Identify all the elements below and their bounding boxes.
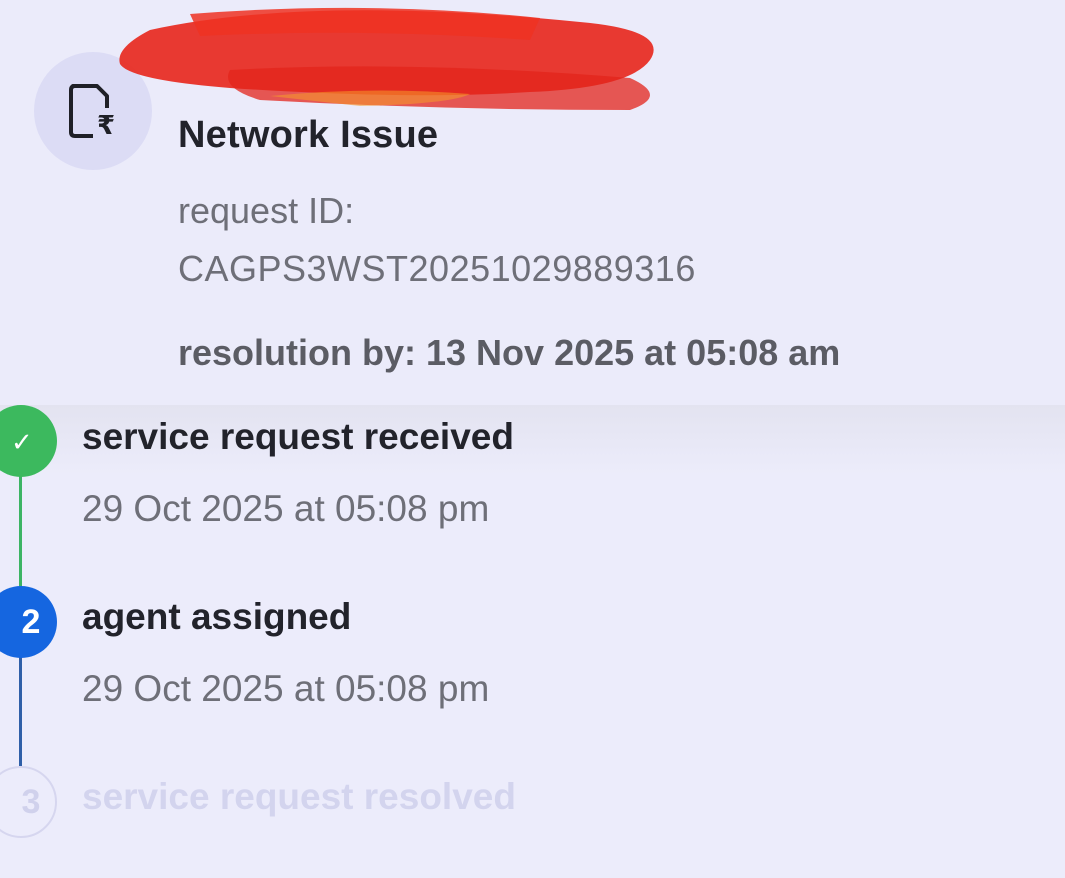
step-3-number-badge: 3 xyxy=(0,766,57,838)
step-2-date: 29 Oct 2025 at 05:08 pm xyxy=(82,668,490,709)
resolution-value: 13 Nov 2025 at 05:08 am xyxy=(426,332,841,373)
timeline-connector-completed xyxy=(19,470,22,588)
request-id-label: request ID: xyxy=(178,190,355,231)
request-id-value: CAGPS3WST20251029889316 xyxy=(178,248,696,289)
step-1-title: service request received xyxy=(82,416,514,457)
issue-title: Network Issue xyxy=(178,114,439,156)
request-header: ₹ Network Issue request ID: CAGPS3WST202… xyxy=(0,0,1065,405)
step-2-title: agent assigned xyxy=(82,596,352,637)
redaction-scribble xyxy=(119,7,654,110)
step-2-number-badge: 2 xyxy=(0,586,57,658)
resolution-date: resolution by: 13 Nov 2025 at 05:08 am xyxy=(178,332,840,374)
step-1-date: 29 Oct 2025 at 05:08 pm xyxy=(82,488,490,529)
resolution-label: resolution by: xyxy=(178,332,417,373)
step-3-title: service request resolved xyxy=(82,776,516,817)
timeline-connector-current xyxy=(19,654,22,766)
